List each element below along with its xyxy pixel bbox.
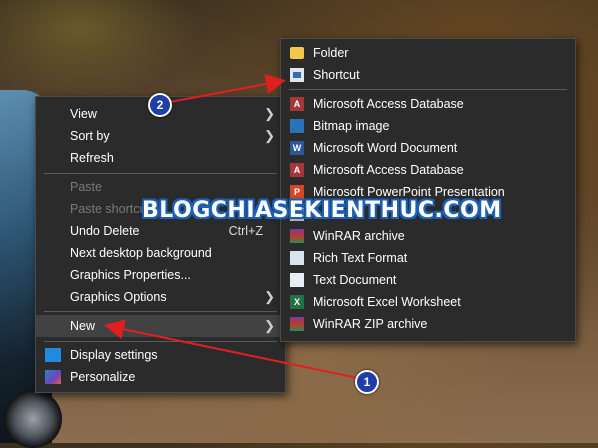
step-badge-2: 2 [148,93,172,117]
arrow-to-new [104,319,359,379]
watermark-text: BLOGCHIASEKIENTHUC.COM [142,198,502,223]
step-badge-1: 1 [355,370,379,394]
arrow-to-shortcut [169,74,286,103]
